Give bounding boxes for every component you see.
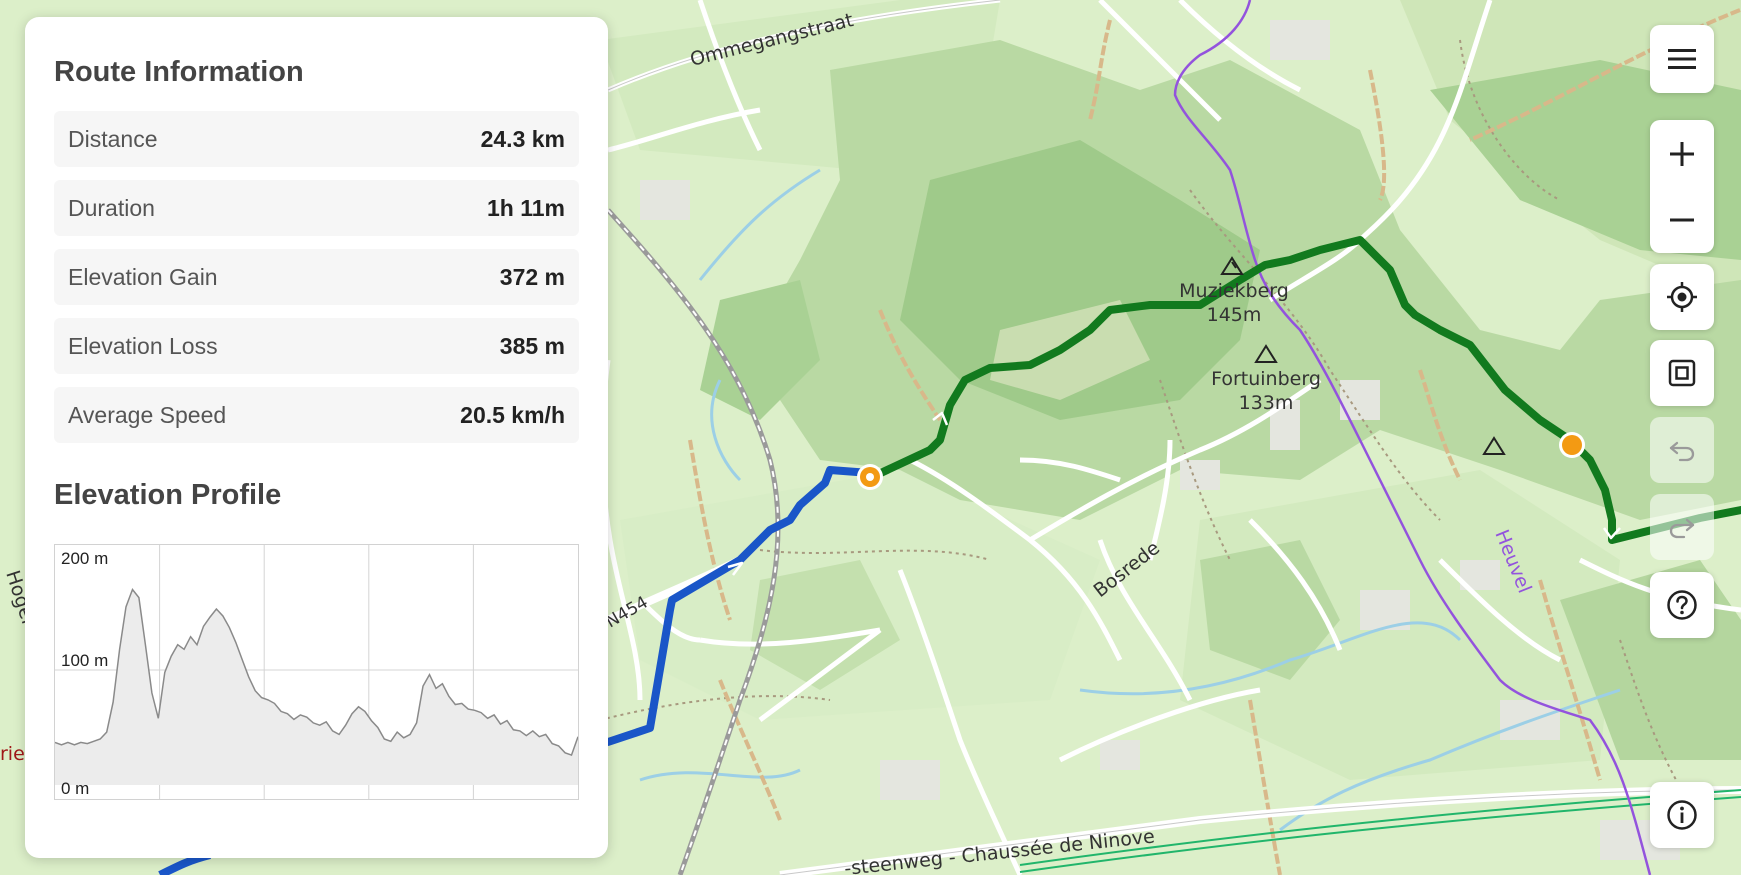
hamburger-icon <box>1668 49 1696 69</box>
elevation-chart-svg: 200 m 100 m 0 m <box>55 545 578 799</box>
elevation-chart[interactable]: 200 m 100 m 0 m <box>54 544 579 800</box>
stat-average-speed: Average Speed 20.5 km/h <box>54 387 579 443</box>
peak-label-fortuinberg: Fortuinberg <box>1211 368 1321 390</box>
frame-icon <box>1668 359 1696 387</box>
question-icon <box>1667 590 1697 620</box>
stat-value: 24.3 km <box>480 125 565 152</box>
redo-button[interactable] <box>1650 494 1714 560</box>
panel-title: Route Information <box>54 56 304 88</box>
stat-label: Elevation Gain <box>68 263 218 290</box>
minus-icon <box>1670 218 1694 221</box>
stat-duration: Duration 1h 11m <box>54 180 579 236</box>
route-stats: Distance 24.3 km Duration 1h 11m Elevati… <box>54 111 579 443</box>
menu-button[interactable] <box>1650 25 1714 93</box>
stat-label: Duration <box>68 194 155 221</box>
y-tick-label-0: 0 m <box>61 779 89 798</box>
peak-label-muziekberg: Muziekberg <box>1179 280 1289 302</box>
stat-value: 20.5 km/h <box>460 401 565 428</box>
y-tick-label-200: 200 m <box>61 549 108 568</box>
forest-areas <box>700 40 1741 760</box>
zoom-in-button[interactable] <box>1650 121 1714 187</box>
info-icon <box>1667 800 1697 830</box>
stat-value: 1h 11m <box>487 194 565 221</box>
waypoint-marker-start[interactable] <box>857 464 883 490</box>
redo-icon <box>1669 518 1695 539</box>
crosshair-icon <box>1667 282 1697 312</box>
zoom-out-button[interactable] <box>1650 187 1714 253</box>
route-info-panel: Route Information Distance 24.3 km Durat… <box>25 17 608 858</box>
peak-elevation-muziekberg: 145m <box>1207 304 1262 326</box>
stat-distance: Distance 24.3 km <box>54 111 579 167</box>
elevation-area <box>55 589 578 785</box>
stat-label: Elevation Loss <box>68 332 218 359</box>
stat-label: Distance <box>68 125 158 152</box>
stat-value: 372 m <box>499 263 565 290</box>
zoom-controls <box>1650 120 1714 253</box>
elevation-profile-title: Elevation Profile <box>54 479 282 511</box>
waypoint-marker-end[interactable] <box>1559 432 1585 458</box>
locate-me-button[interactable] <box>1650 264 1714 330</box>
y-tick-label-100: 100 m <box>61 651 108 670</box>
fit-route-button[interactable] <box>1650 340 1714 406</box>
stat-elevation-gain: Elevation Gain 372 m <box>54 249 579 305</box>
help-button[interactable] <box>1650 572 1714 638</box>
stat-label: Average Speed <box>68 401 227 428</box>
plus-icon <box>1670 141 1694 166</box>
stat-value: 385 m <box>499 332 565 359</box>
stat-elevation-loss: Elevation Loss 385 m <box>54 318 579 374</box>
info-button[interactable] <box>1650 782 1714 848</box>
undo-icon <box>1669 441 1695 462</box>
undo-button[interactable] <box>1650 417 1714 483</box>
peak-elevation-fortuinberg: 133m <box>1239 392 1294 414</box>
